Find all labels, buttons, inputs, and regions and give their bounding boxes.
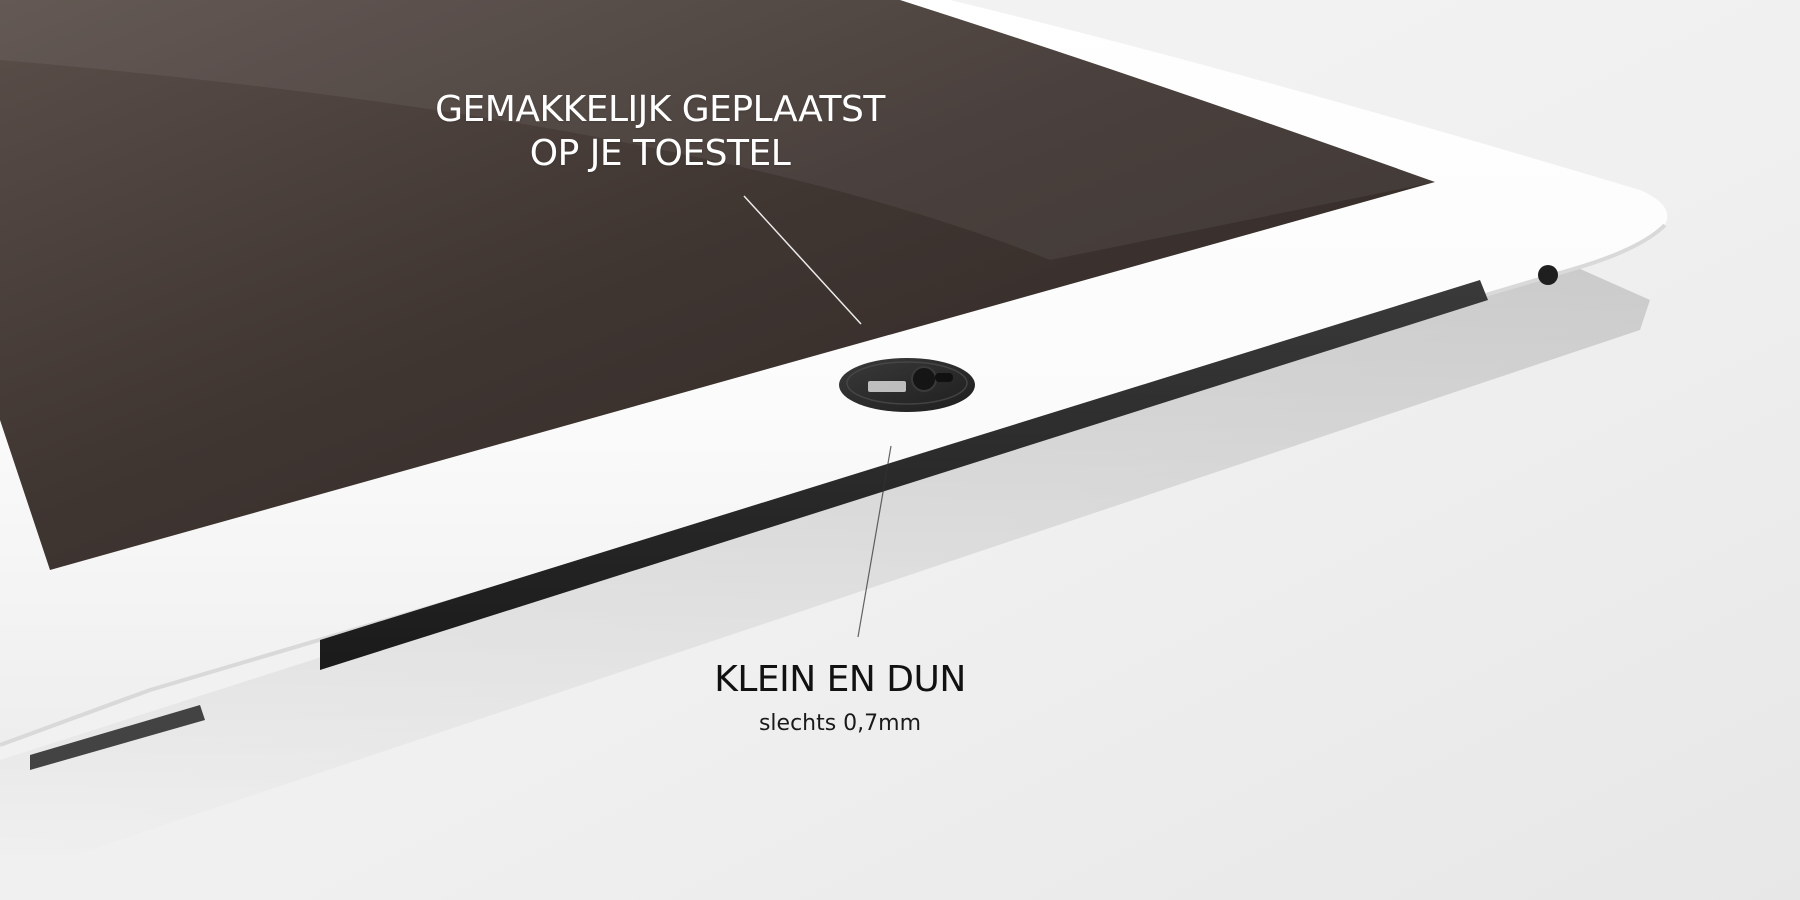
webcam-cover [839,358,975,412]
callout-bottom-subtitle: slechts 0,7mm [758,711,922,736]
callout-top-line-2: OP JE TOESTEL [529,133,791,174]
webcam-lens-icon [911,366,937,392]
side-port-icon [1538,265,1558,285]
webcam-cover-slider [868,381,906,392]
callout-top-line-1: GEMAKKELIJK GEPLAATST [435,89,885,130]
product-photo: GEMAKKELIJK GEPLAATST OP JE TOESTEL KLEI… [0,0,1800,900]
callout-top: GEMAKKELIJK GEPLAATST OP JE TOESTEL [340,88,980,176]
callout-bottom-title: KLEIN EN DUN [714,659,966,700]
